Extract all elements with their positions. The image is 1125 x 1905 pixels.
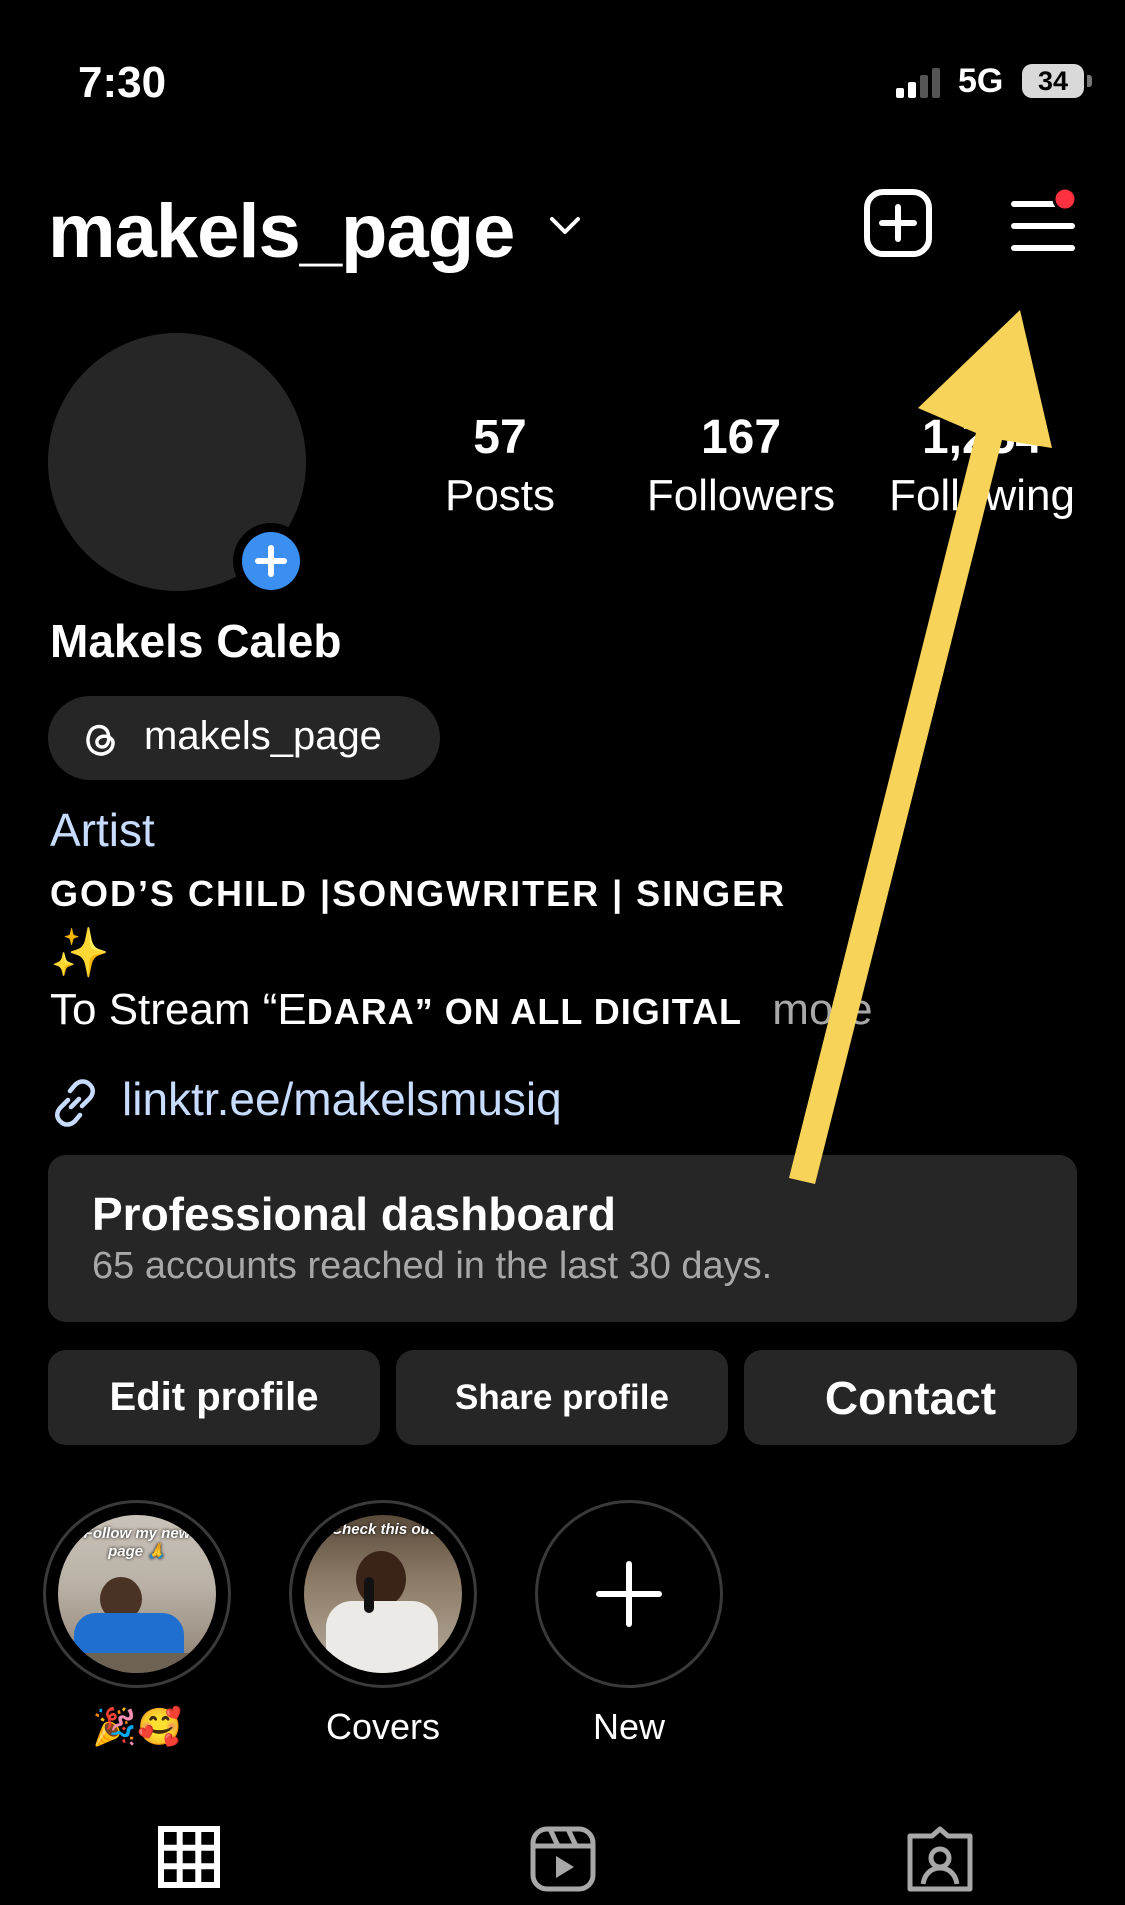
edit-profile-button[interactable]: Edit profile (48, 1350, 380, 1445)
threads-icon (86, 724, 115, 756)
following-count[interactable]: 1,254 Following (872, 410, 1092, 526)
battery-icon: 34 (1022, 64, 1084, 98)
highlight-label: New (592, 1706, 666, 1747)
link-text: linktr.ee/makelsmusiq (122, 1073, 562, 1125)
highlight-item[interactable]: Check this out Covers (289, 1500, 477, 1748)
posts-label: Posts (444, 471, 556, 520)
highlight-ring: Check this out (289, 1500, 477, 1688)
bio-line-2: To Stream “EDARA” ON ALL DIGITAL more (50, 985, 873, 1035)
posts-value: 57 (473, 411, 527, 464)
threads-badge[interactable]: makels_page (48, 696, 440, 780)
profile-category: Artist (50, 804, 155, 856)
dashboard-title: Professional dashboard (92, 1188, 617, 1240)
plus-icon (255, 545, 287, 577)
share-profile-button[interactable]: Share profile (396, 1350, 728, 1445)
grid-icon[interactable] (158, 1826, 220, 1888)
highlight-item[interactable]: Follow my new page 🙏 🎉🥰 (43, 1500, 231, 1748)
bio-line-2-start: To Stream “E (50, 985, 307, 1034)
new-highlight-button[interactable]: New (535, 1500, 723, 1748)
status-time: 7:30 (78, 58, 167, 107)
highlight-ring: Follow my new page 🙏 (43, 1500, 231, 1688)
notification-dot (1052, 186, 1078, 212)
highlight-cover-text: Check this out (331, 1521, 435, 1538)
followers-value: 167 (700, 411, 782, 464)
followers-count[interactable]: 167 Followers (630, 410, 852, 526)
signal-icon (896, 68, 940, 98)
chevron-down-icon[interactable] (548, 215, 582, 237)
username-switcher[interactable]: makels_page (48, 188, 515, 275)
plus-icon (596, 1561, 662, 1627)
threads-handle: makels_page (144, 714, 382, 758)
highlight-cover-text: Follow my new page 🙏 (83, 1525, 191, 1560)
following-value: 1,254 (921, 411, 1043, 464)
highlight-cover: Follow my new page 🙏 (58, 1515, 216, 1673)
bio-line-1: GOD’S CHILD |SONGWRITER | SINGER (50, 873, 787, 914)
posts-count[interactable]: 57 Posts (420, 410, 580, 526)
bio-emoji: ✨ (50, 927, 110, 980)
profile-link[interactable]: linktr.ee/makelsmusiq (50, 1072, 750, 1132)
highlight-ring (535, 1500, 723, 1688)
professional-dashboard[interactable]: Professional dashboard 65 accounts reach… (48, 1155, 1077, 1322)
reels-icon[interactable] (530, 1826, 596, 1892)
highlight-label: Covers (325, 1706, 441, 1747)
bio-more-link[interactable]: more (772, 985, 872, 1034)
tagged-icon[interactable] (907, 1826, 973, 1892)
link-icon (55, 1079, 95, 1127)
dashboard-subtitle: 65 accounts reached in the last 30 days. (92, 1245, 773, 1287)
followers-label: Followers (646, 471, 836, 520)
bio-line-2-smallcaps: DARA” ON ALL DIGITAL (306, 991, 743, 1032)
new-post-icon[interactable] (863, 188, 933, 258)
battery-tip (1087, 75, 1092, 87)
network-label: 5G (958, 62, 1004, 100)
highlight-cover: Check this out (304, 1515, 462, 1673)
contact-button[interactable]: Contact (744, 1350, 1077, 1445)
profile-name: Makels Caleb (50, 615, 342, 667)
highlight-label: 🎉🥰 (92, 1706, 182, 1747)
following-label: Following (889, 471, 1075, 520)
add-story-button[interactable] (233, 523, 309, 599)
menu-icon[interactable] (1010, 184, 1080, 254)
